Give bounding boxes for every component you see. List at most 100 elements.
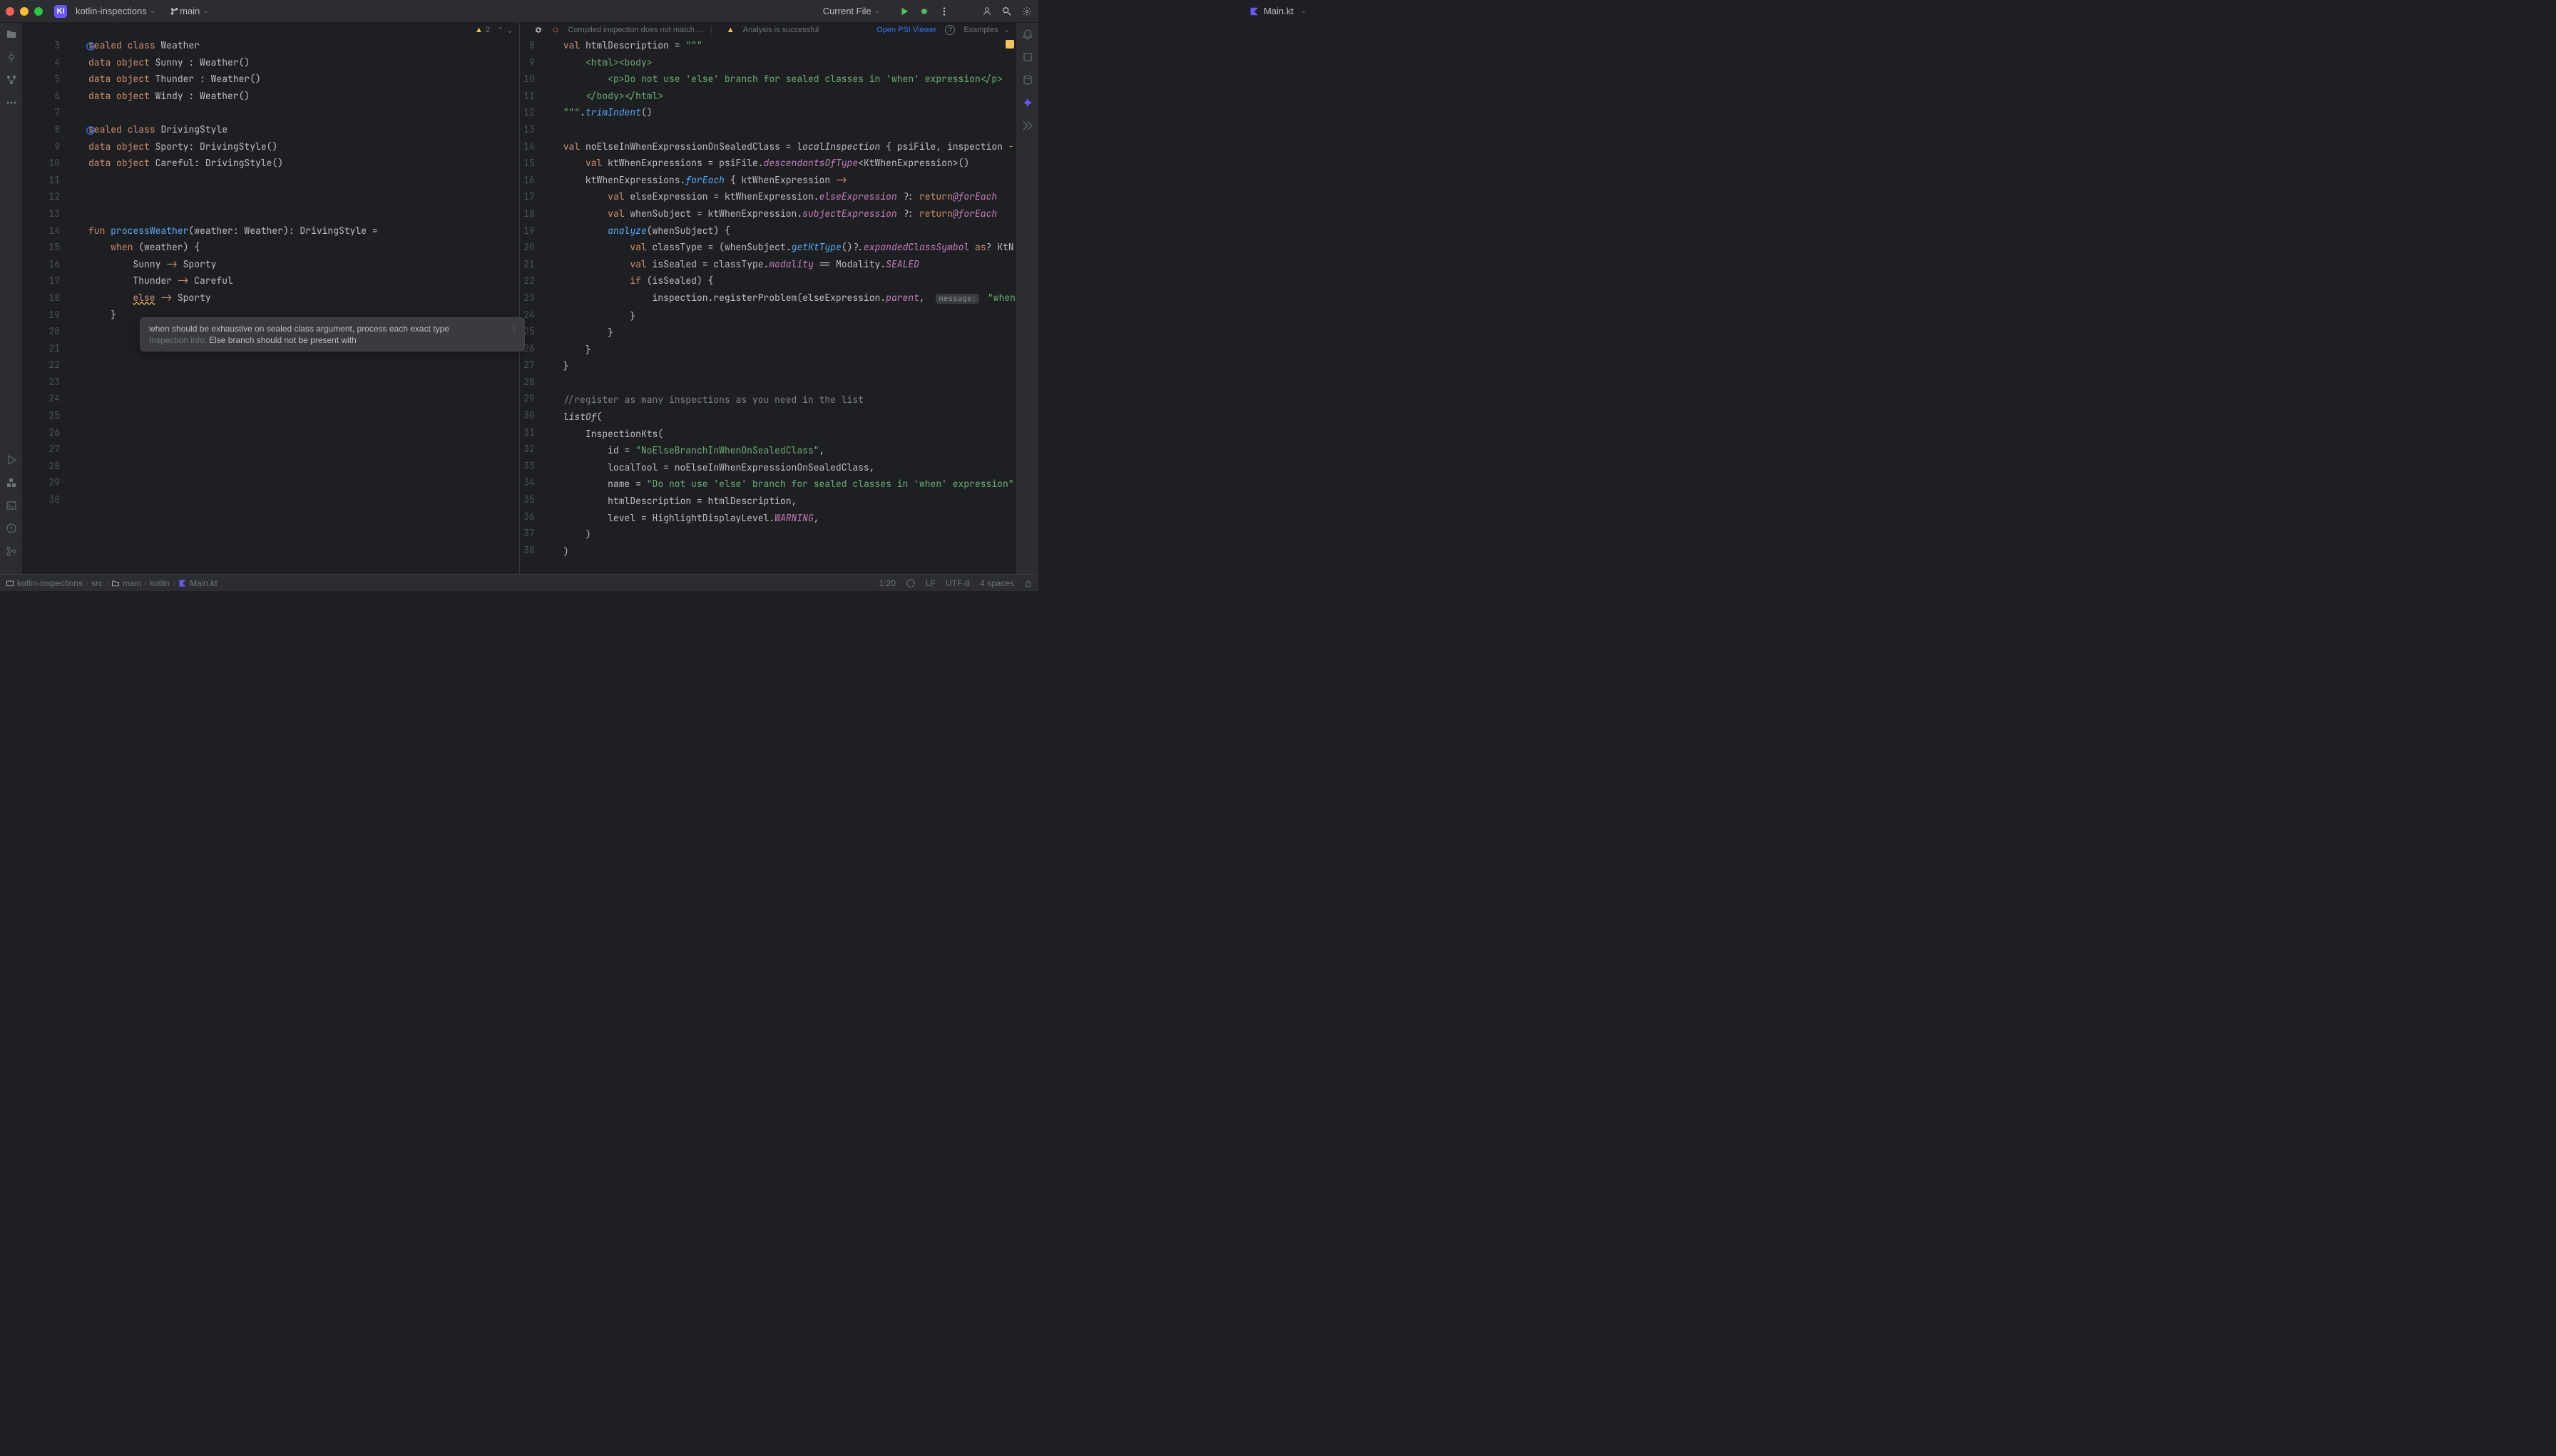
warning-marker[interactable] (1006, 40, 1014, 48)
project-badge: KI (54, 5, 67, 18)
breadcrumb-label: main (123, 578, 141, 588)
warning-triangle-icon: ▲ (475, 26, 483, 34)
maximize-window-button[interactable] (34, 7, 43, 16)
gutter-left: 3456789101112131415161718192021222324252… (23, 37, 71, 574)
analysis-warning-icon: ▲ (727, 26, 735, 34)
branch-icon (170, 6, 180, 16)
folder-icon (111, 579, 120, 588)
current-file-indicator[interactable]: Main.kt ⌄ (1249, 6, 1307, 16)
inspection-tooltip: when should be exhaustive on sealed clas… (140, 317, 525, 352)
current-file-name: Main.kt (1264, 6, 1294, 16)
run-config-label: Current File (823, 6, 871, 16)
compile-message: Compiled inspection does not match … (568, 26, 705, 34)
commit-tool-icon[interactable] (6, 51, 17, 63)
coverage-tool-icon[interactable] (1022, 120, 1033, 131)
main-area: ▲ 2 ⌃ ⌄ 34567891011121314151617181920212… (0, 23, 1038, 574)
vcs-tool-icon[interactable] (6, 545, 17, 557)
bug-icon (919, 6, 929, 16)
readonly-lock-icon[interactable] (1024, 579, 1033, 588)
code-area-left[interactable]: 3456789101112131415161718192021222324252… (23, 37, 519, 574)
tooltip-more-button[interactable]: ⋮ (510, 324, 518, 334)
services-tool-icon[interactable] (6, 454, 17, 466)
notifications-tool-icon[interactable] (1022, 29, 1033, 40)
search-everywhere-button[interactable] (1001, 6, 1013, 17)
more-vertical-icon (939, 6, 949, 16)
more-actions-button[interactable] (939, 6, 950, 17)
breadcrumb-src[interactable]: src (91, 578, 103, 588)
ai-tool-icon[interactable] (1022, 97, 1033, 108)
editor-header-left: ▲ 2 ⌃ ⌄ (23, 23, 519, 37)
terminal-tool-icon[interactable] (6, 500, 17, 511)
examples-label: Examples (963, 26, 998, 34)
caret-position[interactable]: 1:20 (879, 578, 896, 588)
tooltip-sub-text: Else branch should not be present with (209, 335, 357, 345)
line-separator[interactable]: LF (926, 578, 936, 588)
tooltip-sub-label: Inspection info: (149, 335, 207, 345)
code-body-left[interactable]: sealed class Weatherdata object Sunny : … (71, 37, 519, 574)
play-icon (899, 6, 909, 16)
analysis-message: Analysis is successful (743, 26, 819, 34)
vcs-branch-dropdown[interactable]: main ⌄ (165, 4, 213, 18)
database-tool-icon[interactable] (1022, 74, 1033, 86)
warning-count: 2 (486, 26, 490, 34)
chevron-down-icon[interactable]: ⌄ (506, 26, 513, 35)
examples-dropdown[interactable]: Examples ⌄ (963, 26, 1010, 34)
editor-header-right: Compiled inspection does not match … | ▲… (520, 23, 1016, 37)
breadcrumb-label: kotlin-inspections (17, 578, 83, 588)
code-with-me-button[interactable] (981, 6, 993, 17)
window-controls (6, 7, 43, 16)
structure-tool-icon[interactable] (6, 74, 17, 86)
recompile-button[interactable] (534, 26, 543, 34)
breadcrumb-kotlin[interactable]: kotlin (150, 578, 170, 588)
run-config-dropdown[interactable]: Current File ⌄ (819, 4, 884, 18)
breadcrumb-label: Main.kt (190, 578, 218, 588)
problems-tool-icon[interactable] (6, 523, 17, 534)
breadcrumb-root[interactable]: kotlin-inspections (6, 578, 83, 588)
open-psi-viewer-link[interactable]: Open PSI Viewer (876, 26, 936, 34)
gutter-right: 8910111213141516171819202122232425262728… (520, 37, 546, 574)
breadcrumb-file[interactable]: Main.kt (178, 578, 218, 588)
more-tools-icon[interactable] (6, 97, 17, 108)
branch-name: main (180, 6, 200, 16)
status-bar: kotlin-inspections › src › main › kotlin… (0, 574, 1038, 591)
build-tool-icon[interactable] (6, 477, 17, 488)
breadcrumb-main[interactable]: main (111, 578, 141, 588)
split-editor: ▲ 2 ⌃ ⌄ 34567891011121314151617181920212… (23, 23, 1016, 574)
chevron-down-icon: ⌄ (874, 7, 880, 15)
project-dropdown[interactable]: kotlin-inspections ⌄ (71, 4, 160, 18)
person-icon (982, 6, 992, 16)
gradle-tool-icon[interactable] (1022, 51, 1033, 63)
editor-pane-right: Compiled inspection does not match … | ▲… (519, 23, 1016, 574)
debug-button[interactable] (919, 6, 930, 17)
breadcrumb-separator: › (106, 578, 108, 588)
close-window-button[interactable] (6, 7, 14, 16)
search-icon (1002, 6, 1012, 16)
breadcrumb-separator: › (144, 578, 147, 588)
kotlin-file-icon (178, 579, 187, 588)
breadcrumb-separator: › (173, 578, 175, 588)
psi-help-icon[interactable]: ? (945, 25, 955, 35)
settings-button[interactable] (1021, 6, 1033, 17)
tooltip-subtitle: Inspection info: Else branch should not … (149, 335, 500, 345)
file-encoding[interactable]: UTF-8 (946, 578, 970, 588)
gear-icon (1022, 6, 1032, 16)
minimize-window-button[interactable] (20, 7, 29, 16)
chevron-down-icon: ⌄ (1301, 7, 1307, 15)
chevron-up-icon[interactable]: ⌃ (497, 26, 503, 35)
status-icon (551, 26, 560, 34)
breadcrumb-separator: › (86, 578, 88, 588)
code-body-right[interactable]: val htmlDescription = """ <html><body> <… (546, 37, 1016, 574)
titlebar: KI kotlin-inspections ⌄ main ⌄ Main.kt ⌄… (0, 0, 1038, 23)
indent-config[interactable]: 4 spaces (980, 578, 1014, 588)
power-save-icon[interactable] (906, 578, 916, 588)
run-button[interactable] (899, 6, 910, 17)
project-tool-icon[interactable] (6, 29, 17, 40)
refresh-icon (534, 26, 543, 34)
tooltip-title: when should be exhaustive on sealed clas… (149, 324, 500, 334)
code-area-right[interactable]: 8910111213141516171819202122232425262728… (520, 37, 1016, 574)
warning-count-widget[interactable]: ▲ 2 ⌃ ⌄ (475, 26, 513, 35)
compile-status-icon (551, 26, 560, 34)
right-tool-rail (1016, 23, 1038, 574)
editor-pane-left: ▲ 2 ⌃ ⌄ 34567891011121314151617181920212… (23, 23, 519, 574)
project-name: kotlin-inspections (76, 6, 147, 16)
